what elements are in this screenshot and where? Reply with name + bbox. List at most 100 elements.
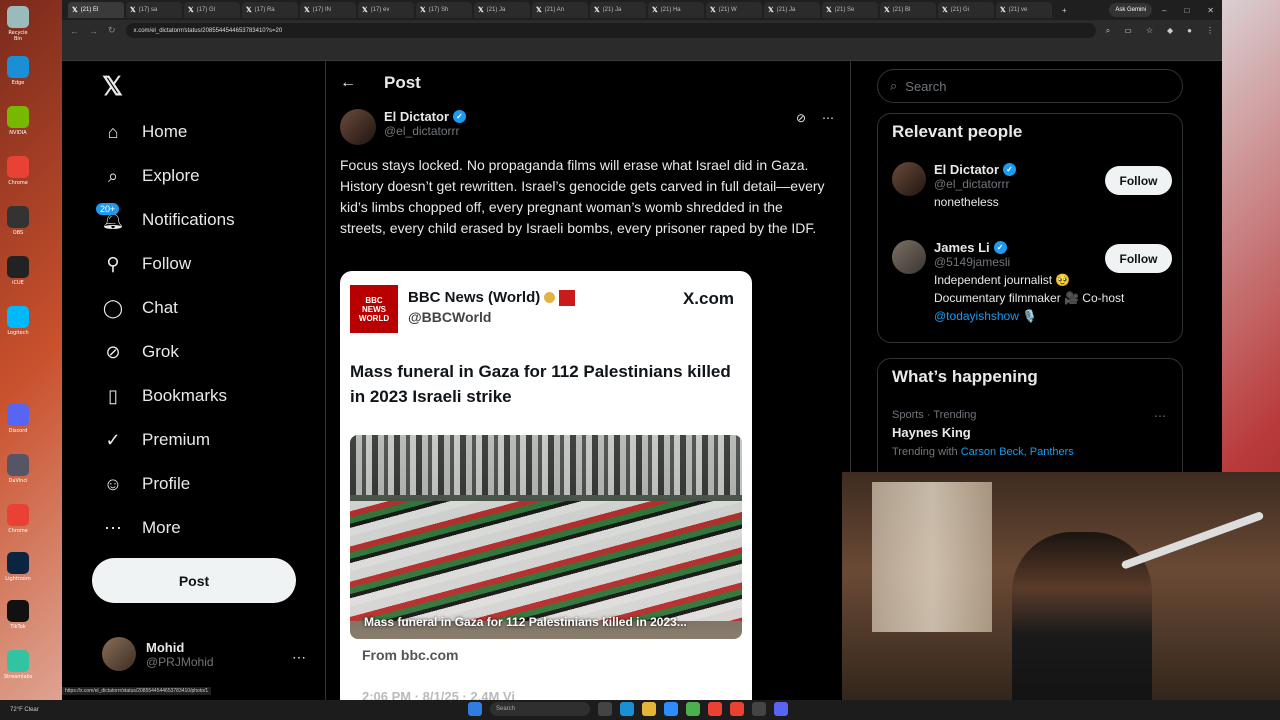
person-name[interactable]: James Li — [934, 240, 990, 255]
discord-taskbar-icon[interactable] — [774, 702, 788, 716]
logitech-icon[interactable]: Logitech — [4, 306, 32, 336]
nvidia-icon[interactable]: NVIDIA — [4, 106, 32, 136]
tab-8[interactable]: 𝕏 (21) An — [532, 2, 588, 18]
author-name[interactable]: El Dictator — [384, 109, 449, 124]
x-icon: 𝕏 — [72, 7, 78, 14]
nav-item-bookmarks[interactable]: ▯ Bookmarks — [102, 385, 227, 407]
back-icon[interactable]: ← — [70, 26, 79, 36]
trend-item[interactable]: Sports · Trending Haynes King Trending w… — [892, 409, 1168, 458]
tab-11[interactable]: 𝕏 (21) W — [706, 2, 762, 18]
tab-5[interactable]: 𝕏 (17) ev — [358, 2, 414, 18]
avatar[interactable] — [340, 109, 376, 145]
weather-widget[interactable]: 72°F Clear — [10, 707, 39, 713]
person-card[interactable]: James Li ✓ @5149jamesli Independent journ… — [892, 240, 1172, 325]
back-arrow-icon[interactable]: ← — [340, 74, 356, 92]
maximize-icon[interactable]: □ — [1184, 6, 1189, 15]
extensions-icon[interactable]: ◆ — [1167, 26, 1173, 36]
trend-more-icon[interactable]: ⋯ — [1154, 409, 1166, 423]
nav-item-more[interactable]: ⋯ More — [102, 517, 181, 539]
follow-button[interactable]: Follow — [1105, 166, 1172, 195]
nav-item-premium[interactable]: ✓ Premium — [102, 429, 210, 451]
nav-item-chat[interactable]: ◯ Chat — [102, 297, 178, 319]
app-icon[interactable] — [686, 702, 700, 716]
bio-link[interactable]: @todayishshow — [934, 309, 1019, 323]
star-icon[interactable]: ☆ — [1146, 26, 1153, 36]
x-logo-icon[interactable]: 𝕏 — [102, 71, 123, 102]
chrome-profile-icon[interactable]: Chrome — [4, 504, 32, 534]
url-field[interactable]: x.com/el_dictatorrr/status/2085544544653… — [125, 23, 1096, 38]
zoom-icon[interactable]: ⌕ — [1106, 26, 1110, 36]
task-view-icon[interactable] — [598, 702, 612, 716]
tab-15[interactable]: 𝕏 (21) Gi — [938, 2, 994, 18]
tab-9[interactable]: 𝕏 (21) Ja — [590, 2, 646, 18]
cast-icon[interactable]: ▭ — [1124, 26, 1132, 36]
author-handle[interactable]: @el_dictatorrr — [384, 124, 466, 138]
nav-item-profile[interactable]: ☺ Profile — [102, 473, 190, 495]
chrome-taskbar-icon[interactable] — [708, 702, 722, 716]
store-icon[interactable] — [664, 702, 678, 716]
account-switcher[interactable]: Mohid @PRJMohid — [102, 637, 214, 671]
nav-item-grok[interactable]: ⊘ Grok — [102, 341, 178, 363]
source-name: BBC News (World) — [408, 289, 541, 306]
tab-12[interactable]: 𝕏 (21) Ja — [764, 2, 820, 18]
search-input[interactable]: ⌕ Search — [877, 69, 1183, 103]
tab-16[interactable]: 𝕏 (21) ve — [996, 2, 1052, 18]
edge-taskbar-icon[interactable] — [620, 702, 634, 716]
tab-1[interactable]: 𝕏 (17) sa — [126, 2, 182, 18]
follow-button[interactable]: Follow — [1105, 244, 1172, 273]
minimize-icon[interactable]: – — [1162, 6, 1166, 15]
lightroom-icon[interactable]: Lightroom — [4, 552, 32, 582]
recycle-bin-icon[interactable]: Recycle Bin — [4, 6, 32, 42]
tab-6[interactable]: 𝕏 (17) Sh — [416, 2, 472, 18]
avatar[interactable] — [892, 162, 926, 196]
new-tab-icon[interactable]: + — [1062, 6, 1067, 15]
reload-icon[interactable]: ↻ — [108, 25, 116, 36]
trend-links[interactable]: Carson Beck, Panthers — [961, 446, 1074, 458]
post-author[interactable]: El Dictator ✓ @el_dictatorrr — [340, 109, 467, 145]
tab-4[interactable]: 𝕏 (17) IN — [300, 2, 356, 18]
avatar[interactable] — [892, 240, 926, 274]
windows-start-icon[interactable] — [468, 702, 482, 716]
nav-item-explore[interactable]: ⌕ Explore — [102, 165, 200, 187]
close-window-icon[interactable]: ✕ — [1207, 6, 1214, 15]
person-card[interactable]: El Dictator ✓ @el_dictatorrr nonetheless … — [892, 162, 1172, 211]
tab-3[interactable]: 𝕏 (17) Ra — [242, 2, 298, 18]
streamlabs-icon[interactable]: Streamlabs — [4, 650, 32, 680]
discord-icon[interactable]: Discord — [4, 404, 32, 434]
file-explorer-icon[interactable] — [642, 702, 656, 716]
tab-7[interactable]: 𝕏 (21) Ja — [474, 2, 530, 18]
nav-item-notifications[interactable]: 🔔︎ Notifications — [102, 209, 235, 231]
icue-icon[interactable]: iCUE — [4, 256, 32, 286]
obs-icon[interactable]: OBS — [4, 206, 32, 236]
account-more-icon[interactable]: ⋯ — [292, 649, 306, 666]
x-icon: 𝕏 — [478, 7, 484, 14]
tab-2[interactable]: 𝕏 (17) Gl — [184, 2, 240, 18]
tab-13[interactable]: 𝕏 (21) Se — [822, 2, 878, 18]
person-name[interactable]: El Dictator — [934, 162, 999, 177]
grok-icon[interactable]: ⊘ — [796, 111, 806, 125]
tab-label: (21) El — [80, 7, 99, 13]
card-from-link[interactable]: From bbc.com — [362, 647, 458, 663]
ask-gemini-button[interactable]: Ask Gemini — [1109, 3, 1152, 17]
nav-item-follow[interactable]: ⚲ Follow — [102, 253, 191, 275]
edge-icon[interactable]: Edge — [4, 56, 32, 86]
post-button[interactable]: Post — [92, 558, 296, 603]
tab-0[interactable]: 𝕏 (21) El — [68, 2, 124, 18]
forward-icon[interactable]: → — [89, 26, 98, 36]
tab-label: (17) Gl — [196, 7, 215, 13]
davinci-icon[interactable]: DaVinci — [4, 454, 32, 484]
taskbar: 72°F Clear Search — [0, 700, 1280, 720]
chrome-icon[interactable]: Chrome — [4, 156, 32, 186]
tab-14[interactable]: 𝕏 (21) Bl — [880, 2, 936, 18]
taskbar-search[interactable]: Search — [490, 702, 590, 716]
nav-item-home[interactable]: ⌂ Home — [102, 121, 188, 143]
card-image[interactable]: Mass funeral in Gaza for 112 Palestinian… — [350, 435, 742, 639]
profile-avatar-icon[interactable]: ● — [1187, 26, 1192, 36]
app-icon[interactable] — [752, 702, 766, 716]
chrome-profile-taskbar-icon[interactable] — [730, 702, 744, 716]
more-options-icon[interactable]: ⋯ — [822, 111, 834, 125]
tiktok-icon[interactable]: TikTok — [4, 600, 32, 630]
quoted-card[interactable]: BBC NEWS WORLD BBC News (World) @BBCWorl… — [340, 271, 752, 711]
menu-icon[interactable]: ⋮ — [1206, 26, 1214, 36]
tab-10[interactable]: 𝕏 (21) Ha — [648, 2, 704, 18]
